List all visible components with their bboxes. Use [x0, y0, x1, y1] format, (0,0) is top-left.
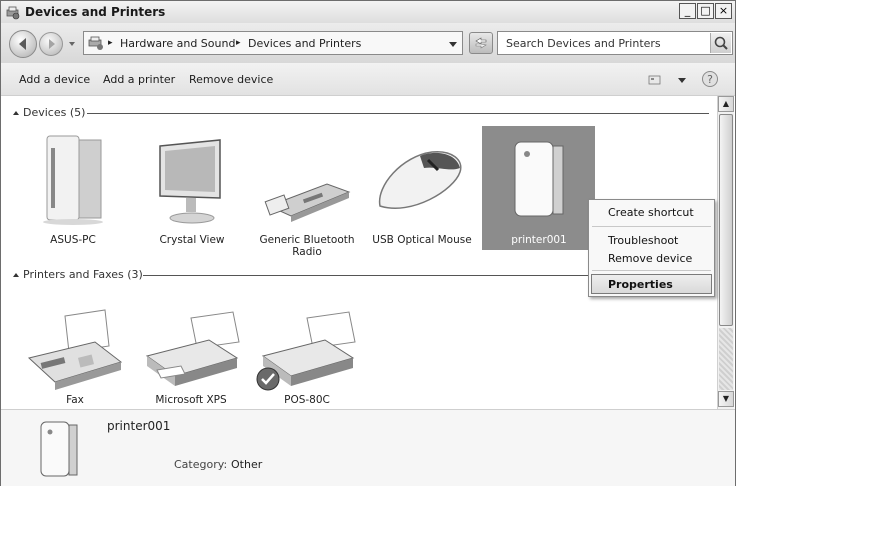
- minimize-button[interactable]: _: [679, 3, 696, 19]
- breadcrumb-separator-icon[interactable]: ▸: [236, 38, 241, 48]
- refresh-button[interactable]: [469, 32, 493, 54]
- details-category-value: Other: [231, 458, 263, 471]
- device-label: Generic Bluetooth Radio: [259, 234, 355, 258]
- remove-device-button[interactable]: Remove device: [189, 73, 273, 86]
- close-button[interactable]: ×: [715, 3, 732, 19]
- address-dropdown-icon[interactable]: [448, 39, 458, 49]
- menu-separator: [592, 226, 711, 227]
- search-icon: [714, 36, 728, 50]
- device-label: Microsoft XPS: [155, 394, 227, 406]
- address-bar[interactable]: ▸ Hardware and Sound ▸ Devices and Print…: [83, 31, 463, 55]
- devices-group-divider: [87, 113, 709, 114]
- scroll-up-button[interactable]: ▲: [718, 96, 734, 112]
- menu-separator: [592, 270, 711, 271]
- context-menu: Create shortcut Troubleshoot Remove devi…: [588, 199, 715, 297]
- forward-button[interactable]: [39, 32, 63, 56]
- maximize-button[interactable]: □: [697, 3, 714, 19]
- add-device-button[interactable]: Add a device: [19, 73, 90, 86]
- menu-item-troubleshoot[interactable]: Troubleshoot: [608, 234, 678, 247]
- title-bar: Devices and Printers _ □ ×: [1, 1, 735, 24]
- svg-text:?: ?: [707, 73, 713, 86]
- view-options-icon[interactable]: [647, 73, 663, 87]
- bluetooth-dongle-icon: [264, 183, 351, 222]
- generic-device-icon: [514, 141, 564, 217]
- device-printer001[interactable]: printer001: [489, 126, 589, 251]
- details-category-label: Category:: [174, 458, 228, 471]
- printers-group-divider: [143, 275, 589, 276]
- printer-fax[interactable]: Fax: [25, 306, 125, 406]
- forward-icon: [49, 39, 55, 49]
- devices-printers-icon: [6, 6, 20, 20]
- mouse-icon: [378, 151, 462, 209]
- scroll-down-button[interactable]: ▼: [718, 391, 734, 407]
- device-label: printer001: [511, 234, 567, 246]
- printer-microsoft-xps[interactable]: Microsoft XPS: [141, 306, 241, 406]
- device-usb-optical-mouse[interactable]: USB Optical Mouse: [372, 126, 472, 251]
- scroll-thumb[interactable]: [719, 114, 733, 326]
- device-label: Crystal View: [159, 234, 225, 246]
- breadcrumb-hardware-and-sound[interactable]: Hardware and Sound: [120, 37, 235, 50]
- collapse-printers-icon[interactable]: [12, 271, 20, 279]
- search-button[interactable]: [710, 33, 731, 53]
- recent-pages-dropdown-icon[interactable]: [67, 39, 77, 49]
- window-title: Devices and Printers: [25, 5, 166, 19]
- default-printer-check-icon: [256, 367, 280, 391]
- printer-icon: [145, 311, 240, 386]
- back-icon: [19, 38, 26, 50]
- device-label: Fax: [66, 394, 84, 406]
- scroll-track[interactable]: [719, 328, 733, 390]
- device-crystal-view[interactable]: Crystal View: [142, 126, 242, 251]
- menu-item-remove-device[interactable]: Remove device: [608, 252, 692, 265]
- generic-device-icon: [40, 421, 78, 477]
- refresh-icon: [475, 37, 487, 49]
- menu-item-create-shortcut[interactable]: Create shortcut: [608, 206, 694, 219]
- fax-icon: [27, 309, 123, 390]
- computer-tower-icon: [43, 135, 103, 225]
- details-pane: printer001 Category: Other: [1, 409, 735, 486]
- view-dropdown-icon[interactable]: [677, 75, 687, 85]
- breadcrumb-separator-icon[interactable]: ▸: [108, 38, 113, 48]
- printers-group-header[interactable]: Printers and Faxes (3): [23, 268, 143, 281]
- devices-group-header[interactable]: Devices (5): [23, 106, 85, 119]
- vertical-scrollbar[interactable]: ▲ ▼: [717, 96, 734, 409]
- menu-item-properties[interactable]: Properties: [608, 278, 673, 291]
- command-toolbar: Add a device Add a printer Remove device…: [1, 63, 735, 96]
- details-device-name: printer001: [107, 419, 171, 433]
- back-button[interactable]: [9, 30, 37, 58]
- collapse-devices-icon[interactable]: [12, 109, 20, 117]
- device-asus-pc[interactable]: ASUS-PC: [23, 126, 123, 251]
- breadcrumb-devices-and-printers[interactable]: Devices and Printers: [248, 37, 361, 50]
- devices-folder-icon: [88, 36, 103, 50]
- search-input[interactable]: Search Devices and Printers: [506, 37, 661, 50]
- device-generic-bluetooth-radio[interactable]: Generic Bluetooth Radio: [257, 126, 357, 261]
- device-label: USB Optical Mouse: [372, 234, 472, 246]
- search-box[interactable]: Search Devices and Printers: [497, 31, 733, 55]
- printer-pos-80c[interactable]: POS-80C: [256, 306, 357, 406]
- navigation-bar: ▸ Hardware and Sound ▸ Devices and Print…: [1, 23, 735, 63]
- monitor-icon: [159, 139, 221, 224]
- help-icon[interactable]: ?: [701, 70, 719, 88]
- add-printer-button[interactable]: Add a printer: [103, 73, 175, 86]
- device-label: POS-80C: [284, 394, 330, 406]
- device-label: ASUS-PC: [50, 234, 96, 246]
